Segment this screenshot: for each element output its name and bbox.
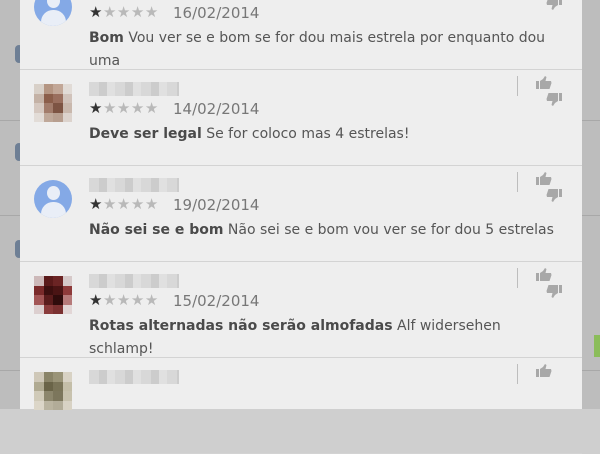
background-app-right: [582, 0, 600, 409]
star-rating: ★★★★★: [89, 3, 159, 21]
review-text: Rotas alternadas não serão almofadas Alf…: [89, 315, 554, 361]
review-body: Se for coloco mas 4 estrelas!: [206, 126, 410, 142]
review-body: Não sei se e bom vou ver se for dou 5 es…: [227, 222, 554, 238]
thumbs-up-down-icon[interactable]: [534, 0, 564, 10]
star-icon: ★: [116, 3, 131, 21]
divider: [517, 76, 518, 96]
star-rating: ★★★★★: [89, 291, 159, 309]
star-icon: ★: [102, 99, 117, 117]
thumbs-up-down-icon[interactable]: [534, 268, 564, 298]
star-icon: ★: [130, 99, 145, 117]
star-icon: ★: [130, 195, 145, 213]
divider: [517, 172, 518, 192]
star-icon: ★: [89, 99, 103, 117]
star-rating: ★★★★★: [89, 99, 159, 117]
star-rating: ★★★★★: [89, 195, 159, 213]
review-text: Bom Vou ver se e bom se for dou mais est…: [89, 27, 554, 73]
review-body: Vou ver se e bom se for dou mais estrela…: [89, 30, 546, 69]
reviewer-name-blurred: [89, 82, 179, 96]
divider: [517, 364, 518, 384]
star-icon: ★: [130, 291, 145, 309]
avatar: [34, 276, 72, 314]
review-date: 16/02/2014: [173, 4, 260, 22]
avatar: [34, 0, 72, 26]
star-icon: ★: [116, 195, 131, 213]
thumbs-up-down-icon[interactable]: [534, 364, 564, 394]
background-app-left: [0, 0, 23, 409]
avatar: [34, 84, 72, 122]
avatar: [34, 180, 72, 218]
avatar: [34, 372, 72, 410]
reviewer-name-blurred: [89, 274, 179, 288]
review-date: 19/02/2014: [173, 196, 260, 214]
review-title: Rotas alternadas não serão almofadas: [89, 318, 393, 334]
star-icon: ★: [102, 195, 117, 213]
review-title: Não sei se e bom: [89, 222, 224, 238]
star-icon: ★: [89, 291, 103, 309]
star-icon: ★: [144, 99, 159, 117]
review-date: 14/02/2014: [173, 100, 260, 118]
review-item: ★★★★★ 16/02/2014 Bom Vou ver se e bom se…: [20, 0, 582, 70]
review-item: ★★★★★ 14/02/2014 Deve ser legal Se for c…: [20, 70, 582, 166]
star-icon: ★: [130, 3, 145, 21]
review-date: 15/02/2014: [173, 292, 260, 310]
star-icon: ★: [102, 3, 117, 21]
star-icon: ★: [89, 3, 103, 21]
star-icon: ★: [116, 99, 131, 117]
star-icon: ★: [116, 291, 131, 309]
review-item: ★★★★★ 19/02/2014 Não sei se e bom Não se…: [20, 166, 582, 262]
review-text: Não sei se e bom Não sei se e bom vou ve…: [89, 219, 554, 242]
star-icon: ★: [144, 291, 159, 309]
review-text: Deve ser legal Se for coloco mas 4 estre…: [89, 123, 554, 146]
star-icon: ★: [102, 291, 117, 309]
review-item: ★★★★★ 15/02/2014 Rotas alternadas não se…: [20, 262, 582, 358]
divider: [517, 268, 518, 288]
review-item: [20, 358, 582, 454]
reviewer-name-blurred: [89, 178, 179, 192]
star-icon: ★: [89, 195, 103, 213]
reviews-list[interactable]: ★★★★★ 16/02/2014 Bom Vou ver se e bom se…: [20, 0, 582, 454]
thumbs-up-down-icon[interactable]: [534, 76, 564, 106]
review-title: Deve ser legal: [89, 126, 202, 142]
thumbs-up-down-icon[interactable]: [534, 172, 564, 202]
review-title: Bom: [89, 30, 124, 46]
star-icon: ★: [144, 3, 159, 21]
star-icon: ★: [144, 195, 159, 213]
reviewer-name-blurred: [89, 370, 179, 384]
